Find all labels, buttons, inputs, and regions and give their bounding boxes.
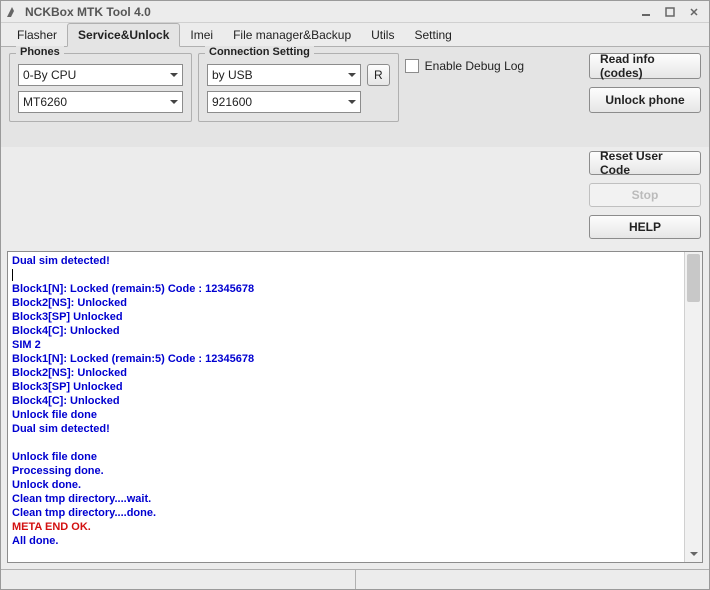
tab-imei[interactable]: Imei bbox=[180, 24, 223, 46]
minimize-button[interactable] bbox=[635, 4, 657, 20]
log-line: Block4[C]: Unlocked bbox=[12, 324, 680, 338]
log-line: SIM 2 bbox=[12, 338, 680, 352]
log-line: Block1[N]: Locked (remain:5) Code : 1234… bbox=[12, 352, 680, 366]
log-line: Block3[SP] Unlocked bbox=[12, 380, 680, 394]
phones-mode-select[interactable]: 0-By CPU bbox=[18, 64, 183, 86]
help-label: HELP bbox=[629, 220, 661, 234]
log-line: Block3[SP] Unlocked bbox=[12, 310, 680, 324]
phones-mode-value: 0-By CPU bbox=[23, 68, 76, 82]
phones-group: Phones 0-By CPU MT6260 bbox=[9, 53, 192, 122]
tab-utils[interactable]: Utils bbox=[361, 24, 404, 46]
log-line: Unlock file done bbox=[12, 450, 680, 464]
close-button[interactable] bbox=[683, 4, 705, 20]
log-line bbox=[12, 268, 680, 282]
titlebar: NCKBox MTK Tool 4.0 bbox=[1, 1, 709, 23]
log-text[interactable]: Dual sim detected! Block1[N]: Locked (rem… bbox=[8, 252, 684, 562]
log-panel: Dual sim detected! Block1[N]: Locked (rem… bbox=[7, 251, 703, 563]
baud-select[interactable]: 921600 bbox=[207, 91, 361, 113]
status-bar bbox=[1, 569, 709, 589]
tab-file-manager-backup[interactable]: File manager&Backup bbox=[223, 24, 361, 46]
tab-flasher[interactable]: Flasher bbox=[7, 24, 67, 46]
log-line bbox=[12, 436, 680, 450]
log-line: Block2[NS]: Unlocked bbox=[12, 296, 680, 310]
enable-debug-checkbox[interactable] bbox=[405, 59, 419, 73]
reset-user-code-label: Reset User Code bbox=[600, 149, 690, 177]
log-line: Dual sim detected! bbox=[12, 254, 680, 268]
tab-setting[interactable]: Setting bbox=[404, 24, 461, 46]
app-window: NCKBox MTK Tool 4.0 FlasherService&Unloc… bbox=[0, 0, 710, 590]
refresh-label: R bbox=[374, 68, 383, 82]
scrollbar[interactable] bbox=[684, 252, 702, 562]
connection-legend: Connection Setting bbox=[205, 46, 314, 58]
connection-method-value: by USB bbox=[212, 68, 253, 82]
log-line: Unlock done. bbox=[12, 478, 680, 492]
log-line: Block2[NS]: Unlocked bbox=[12, 366, 680, 380]
help-button[interactable]: HELP bbox=[589, 215, 701, 239]
app-icon bbox=[5, 5, 19, 19]
log-line: All done. bbox=[12, 534, 680, 548]
stop-button: Stop bbox=[589, 183, 701, 207]
unlock-phone-button[interactable]: Unlock phone bbox=[589, 87, 701, 113]
phones-legend: Phones bbox=[16, 46, 64, 58]
tab-bar: FlasherService&UnlockImeiFile manager&Ba… bbox=[1, 23, 709, 47]
baud-value: 921600 bbox=[212, 95, 252, 109]
phones-cpu-select[interactable]: MT6260 bbox=[18, 91, 183, 113]
unlock-phone-label: Unlock phone bbox=[605, 93, 684, 107]
status-cell-2 bbox=[356, 570, 710, 589]
chevron-down-icon bbox=[348, 71, 356, 79]
connection-group: Connection Setting by USB R 921600 bbox=[198, 53, 399, 122]
log-line: Processing done. bbox=[12, 464, 680, 478]
status-cell-1 bbox=[1, 570, 356, 589]
action-column-top: Read info (codes) Unlock phone bbox=[589, 53, 701, 113]
log-line: Dual sim detected! bbox=[12, 422, 680, 436]
enable-debug-wrap[interactable]: Enable Debug Log bbox=[405, 59, 524, 73]
log-line: META END OK. bbox=[12, 520, 680, 534]
read-info-label: Read info (codes) bbox=[600, 52, 690, 80]
chevron-down-icon bbox=[348, 98, 356, 106]
reset-user-code-button[interactable]: Reset User Code bbox=[589, 151, 701, 175]
log-line: Clean tmp directory....done. bbox=[12, 506, 680, 520]
scroll-thumb[interactable] bbox=[687, 254, 700, 302]
log-line: Clean tmp directory....wait. bbox=[12, 492, 680, 506]
log-line: Unlock file done bbox=[12, 408, 680, 422]
action-column-bottom: Reset User Code Stop HELP bbox=[589, 151, 701, 239]
log-line: Block4[C]: Unlocked bbox=[12, 394, 680, 408]
main-panel: Phones 0-By CPU MT6260 Connection Settin… bbox=[1, 47, 709, 147]
action-column-bottom-wrap: Reset User Code Stop HELP bbox=[1, 147, 709, 247]
connection-method-select[interactable]: by USB bbox=[207, 64, 361, 86]
scroll-down-icon[interactable] bbox=[685, 546, 702, 562]
maximize-button[interactable] bbox=[659, 4, 681, 20]
stop-label: Stop bbox=[632, 188, 659, 202]
phones-cpu-value: MT6260 bbox=[23, 95, 67, 109]
chevron-down-icon bbox=[170, 98, 178, 106]
tab-service-unlock[interactable]: Service&Unlock bbox=[67, 23, 180, 47]
window-title: NCKBox MTK Tool 4.0 bbox=[25, 5, 633, 19]
enable-debug-label: Enable Debug Log bbox=[425, 59, 524, 73]
refresh-button[interactable]: R bbox=[367, 64, 390, 86]
chevron-down-icon bbox=[170, 71, 178, 79]
log-line: Block1[N]: Locked (remain:5) Code : 1234… bbox=[12, 282, 680, 296]
read-info-button[interactable]: Read info (codes) bbox=[589, 53, 701, 79]
